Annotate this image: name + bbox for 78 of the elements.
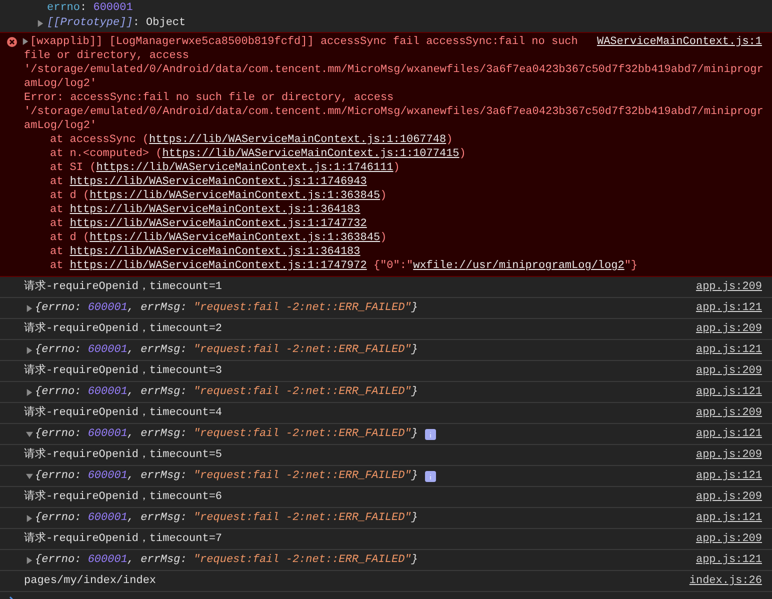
error-text: Error: accessSync:fail no such file or directory, access [24, 91, 395, 105]
stack-link[interactable]: https://lib/WAServiceMainContext.js:1:364183 [70, 204, 360, 216]
stack-text: at d ( [50, 190, 90, 202]
stack-text: at accessSync ( [50, 134, 150, 146]
stack-text: ) [380, 232, 387, 244]
stack-text: at [50, 218, 64, 230]
collapsed-triangle-icon[interactable] [37, 20, 44, 26]
source-link[interactable]: app.js:121 [696, 301, 762, 315]
stack-link[interactable]: https://lib/WAServiceMainContext.js:1:363845 [90, 190, 380, 202]
error-text: '/storage/emulated/0/Android/data/com.tencent.mm/MicroMsg/wxanewfiles/3a6f7ea0423b367c50d7f32bb419abd7/miniprogr [24, 105, 764, 119]
object-preview[interactable]: {errno: 600001, errMsg: "request:fail -2:net::ERR_FAILED"} [35, 343, 418, 357]
stack-text: at n.<computed> ( [50, 148, 162, 160]
source-link[interactable]: app.js:121 [696, 343, 762, 357]
object-preview[interactable]: {errno: 600001, errMsg: "request:fail -2:net::ERR_FAILED"} [35, 385, 418, 399]
object-preview[interactable]: {errno: 600001, errMsg: "request:fail -2:net::ERR_FAILED"} [35, 469, 418, 483]
stack-text: ) [393, 162, 400, 174]
source-link[interactable]: app.js:121 [696, 469, 762, 483]
source-link[interactable]: app.js:209 [696, 364, 762, 378]
stack-text: at [50, 246, 64, 258]
error-text: file or directory, access [24, 49, 190, 63]
error-text: amLog/log2' [24, 119, 98, 133]
error-icon [7, 37, 17, 47]
source-link[interactable]: app.js:209 [696, 280, 762, 294]
stack-link[interactable]: https://lib/WAServiceMainContext.js:1:364183 [70, 246, 360, 258]
expanded-triangle-icon[interactable] [26, 472, 33, 480]
stack-text: at SI ( [50, 162, 96, 174]
stack-text: ) [459, 148, 466, 160]
source-link[interactable]: app.js:121 [696, 427, 762, 441]
source-link[interactable]: app.js:121 [696, 511, 762, 525]
stack-text: at [50, 176, 64, 188]
log-message: 请求-requireOpenid，timecount=5 [23, 448, 222, 462]
source-link[interactable]: app.js:121 [696, 553, 762, 567]
collapsed-triangle-icon[interactable] [26, 388, 33, 396]
stack-link[interactable]: https://lib/WAServiceMainContext.js:1:1067748 [149, 134, 446, 146]
stack-link[interactable]: https://lib/WAServiceMainContext.js:1:1747732 [70, 218, 367, 230]
collapsed-triangle-icon[interactable] [22, 38, 29, 45]
source-link[interactable]: index.js:26 [689, 574, 762, 588]
stack-text: at d ( [50, 232, 90, 244]
stack-link[interactable]: https://lib/WAServiceMainContext.js:1:1747972 [70, 260, 367, 272]
object-preview[interactable]: {errno: 600001, errMsg: "request:fail -2:net::ERR_FAILED"} [35, 553, 418, 567]
log-message: 请求-requireOpenid，timecount=6 [23, 490, 222, 504]
stack-link[interactable]: https://lib/WAServiceMainContext.js:1:1746943 [70, 176, 367, 188]
stack-link[interactable]: wxfile://usr/miniprogramLog/log2 [413, 260, 624, 272]
log-message: pages/my/index/index [23, 574, 156, 588]
log-message: 请求-requireOpenid，timecount=4 [23, 406, 222, 420]
source-link[interactable]: app.js:209 [696, 406, 762, 420]
stack-text: at [50, 204, 64, 216]
collapsed-triangle-icon[interactable] [26, 514, 33, 522]
source-link[interactable]: app.js:209 [696, 322, 762, 336]
collapsed-triangle-icon[interactable] [26, 346, 33, 354]
expanded-triangle-icon[interactable] [26, 430, 33, 438]
property-line: errno: 600001 [47, 2, 133, 14]
object-preview[interactable]: {errno: 600001, errMsg: "request:fail -2:net::ERR_FAILED"} [35, 427, 418, 441]
object-preview[interactable]: {errno: 600001, errMsg: "request:fail -2:net::ERR_FAILED"} [35, 301, 418, 315]
stack-link[interactable]: https://lib/WAServiceMainContext.js:1:1077415 [162, 148, 460, 160]
stack-text: ) [380, 190, 387, 202]
collapsed-triangle-icon[interactable] [26, 304, 33, 312]
stack-text: at [50, 260, 64, 272]
stack-text: ) [446, 134, 453, 146]
error-text: '/storage/emulated/0/Android/data/com.tencent.mm/MicroMsg/wxanewfiles/3a6f7ea0423b367c50d7f32bb419abd7/miniprogr [24, 63, 764, 77]
log-message: 请求-requireOpenid，timecount=3 [23, 364, 222, 378]
stack-link[interactable]: https://lib/WAServiceMainContext.js:1:363845 [90, 232, 380, 244]
source-link[interactable]: app.js:121 [696, 385, 762, 399]
stack-text: {"0":" [372, 260, 414, 272]
collapsed-triangle-icon[interactable] [26, 556, 33, 564]
source-link[interactable]: app.js:209 [696, 448, 762, 462]
source-link[interactable]: app.js:209 [696, 490, 762, 504]
source-link[interactable]: app.js:209 [696, 532, 762, 546]
prototype-line: [[Prototype]]: Object [47, 16, 186, 30]
object-preview[interactable]: {errno: 600001, errMsg: "request:fail -2:net::ERR_FAILED"} [35, 511, 418, 525]
error-text: [wxapplib]] [LogManagerwxe5ca8500b819fcfd]] accessSync fail accessSync:fail no such [30, 35, 578, 49]
log-message: 请求-requireOpenid，timecount=7 [23, 532, 222, 546]
error-text: amLog/log2' [24, 77, 98, 91]
stack-link[interactable]: https://lib/WAServiceMainContext.js:1:1746111 [96, 162, 394, 174]
log-message: 请求-requireOpenid，timecount=1 [23, 280, 222, 294]
source-link[interactable]: WAServiceMainContext.js:1 [596, 35, 772, 49]
stack-text: "} [624, 260, 638, 272]
log-message: 请求-requireOpenid，timecount=2 [23, 322, 222, 336]
